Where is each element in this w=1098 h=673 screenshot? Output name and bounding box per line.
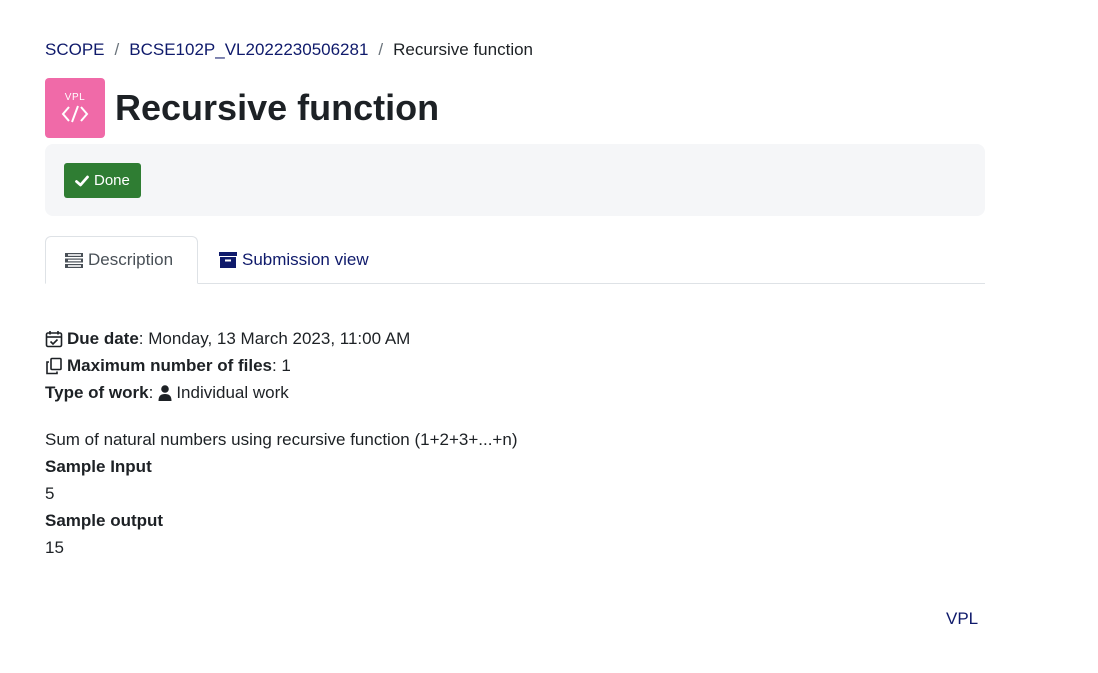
breadcrumb: SCOPE / BCSE102P_VL2022230506281 / Recur… — [45, 40, 533, 60]
list-icon — [65, 252, 83, 268]
due-date-row: Due date : Monday, 13 March 2023, 11:00 … — [45, 325, 410, 352]
type-of-work-label: Type of work — [45, 383, 149, 402]
sample-input-label: Sample Input — [45, 457, 152, 476]
tab-description-label: Description — [88, 250, 174, 269]
tab-submission-view-label: Submission view — [242, 250, 369, 269]
type-of-work-separator: : — [148, 383, 154, 402]
sample-input-value: 5 — [45, 484, 55, 503]
calendar-check-icon — [45, 330, 63, 347]
tab-bar: Description Submission view — [45, 236, 985, 284]
page-title: Recursive function — [115, 87, 440, 128]
copy-files-icon — [46, 357, 62, 374]
vpl-icon-label: VPL — [64, 91, 86, 103]
breadcrumb-scope[interactable]: SCOPE — [45, 40, 105, 60]
max-files-value: : 1 — [271, 356, 291, 375]
due-date-label: Due date — [67, 329, 139, 348]
breadcrumb-separator: / — [378, 40, 384, 59]
type-of-work-row: Type of work : Individual work — [45, 379, 410, 406]
breadcrumb-current: Recursive function — [393, 40, 533, 59]
max-files-label: Maximum number of files — [67, 356, 272, 375]
check-icon — [75, 175, 89, 186]
breadcrumb-separator: / — [114, 40, 120, 59]
code-brackets-icon — [61, 105, 89, 122]
activity-completion-bar: Done — [45, 144, 985, 216]
user-icon — [158, 384, 172, 401]
due-date-value: : Monday, 13 March 2023, 11:00 AM — [138, 329, 411, 348]
vpl-code-icon: VPL — [45, 78, 105, 138]
description-text: Sum of natural numbers using recursive f… — [45, 430, 518, 449]
max-files-row: Maximum number of files : 1 — [45, 352, 410, 379]
sample-output-label: Sample output — [45, 511, 164, 530]
sample-output-value: 15 — [45, 538, 64, 557]
breadcrumb-course[interactable]: BCSE102P_VL2022230506281 — [129, 40, 368, 60]
type-of-work-value: Individual work — [176, 383, 289, 402]
vpl-footer-link[interactable]: VPL — [946, 609, 978, 629]
done-button[interactable]: Done — [64, 163, 141, 198]
assignment-details: Due date : Monday, 13 March 2023, 11:00 … — [45, 325, 410, 406]
archive-icon — [219, 252, 237, 268]
tab-description[interactable]: Description — [45, 236, 198, 284]
page-header: VPL Recursive function — [45, 78, 439, 138]
assignment-description: Sum of natural numbers using recursive f… — [45, 426, 517, 561]
tab-submission-view[interactable]: Submission view — [219, 236, 369, 284]
done-label: Done — [94, 172, 130, 189]
